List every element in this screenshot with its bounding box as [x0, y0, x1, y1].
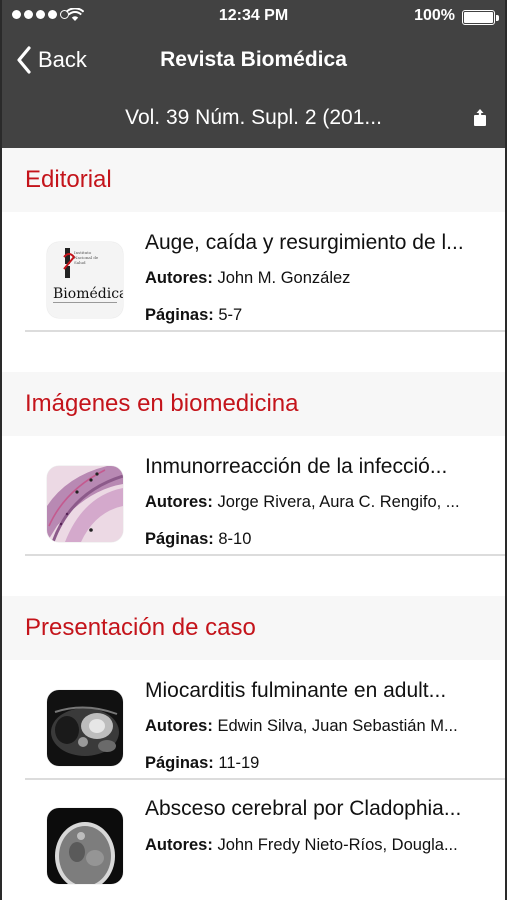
- row-divider: [25, 330, 505, 332]
- section-header-imagenes: Imágenes en biomedicina: [2, 372, 505, 436]
- section-header-presentacion: Presentación de caso: [2, 596, 505, 660]
- share-icon[interactable]: [473, 109, 487, 127]
- article-row[interactable]: Miocarditis fulminante en adult... Autor…: [2, 660, 505, 780]
- cardiac-mri-image: [47, 690, 123, 766]
- article-thumbnail: [47, 466, 123, 542]
- biomedica-cover-logo: Instituto Nacional de Salud Biomédica: [47, 242, 123, 318]
- navigation-bar: Back Revista Biomédica: [2, 34, 505, 90]
- app-screen: 12:34 PM 100% Back Revista Biomédica Vol…: [0, 0, 507, 900]
- issue-title: Vol. 39 Núm. Supl. 2 (201...: [125, 106, 382, 129]
- status-bar: 12:34 PM 100%: [2, 0, 505, 34]
- article-pages: Páginas: 11-19: [145, 754, 260, 772]
- article-row[interactable]: Inmunorreacción de la infecció... Autore…: [2, 436, 505, 556]
- article-authors: Autores: Jorge Rivera, Aura C. Rengifo, …: [145, 493, 460, 511]
- article-title: Inmunorreacción de la infecció...: [145, 455, 448, 478]
- svg-text:Salud: Salud: [74, 260, 86, 265]
- row-divider: [25, 554, 505, 556]
- article-row[interactable]: Absceso cerebral por Cladophia... Autore…: [2, 780, 505, 900]
- article-thumbnail: [47, 808, 123, 884]
- article-thumbnail: Instituto Nacional de Salud Biomédica: [47, 242, 123, 318]
- section-spacer: [2, 556, 505, 596]
- svg-text:Biomédica: Biomédica: [53, 286, 123, 302]
- article-row[interactable]: Instituto Nacional de Salud Biomédica Au…: [2, 212, 505, 332]
- article-authors: Autores: John M. González: [145, 269, 351, 287]
- article-authors: Autores: John Fredy Nieto-Ríos, Dougla..…: [145, 836, 458, 854]
- article-authors: Autores: Edwin Silva, Juan Sebastián M..…: [145, 717, 458, 735]
- brain-ct-image: [47, 808, 123, 884]
- article-thumbnail: [47, 690, 123, 766]
- page-title: Revista Biomédica: [160, 48, 347, 71]
- battery-percentage: 100%: [414, 7, 455, 24]
- article-pages: Páginas: 8-10: [145, 530, 252, 548]
- article-pages: Páginas: 5-7: [145, 306, 243, 324]
- section-spacer: [2, 332, 505, 372]
- article-title: Auge, caída y resurgimiento de l...: [145, 231, 464, 254]
- histology-image: [47, 466, 123, 542]
- article-title: Miocarditis fulminante en adult...: [145, 679, 447, 702]
- section-header-editorial: Editorial: [2, 148, 505, 212]
- battery-icon: [462, 10, 499, 25]
- issue-bar: Vol. 39 Núm. Supl. 2 (201...: [2, 90, 505, 148]
- article-title: Absceso cerebral por Cladophia...: [145, 797, 462, 820]
